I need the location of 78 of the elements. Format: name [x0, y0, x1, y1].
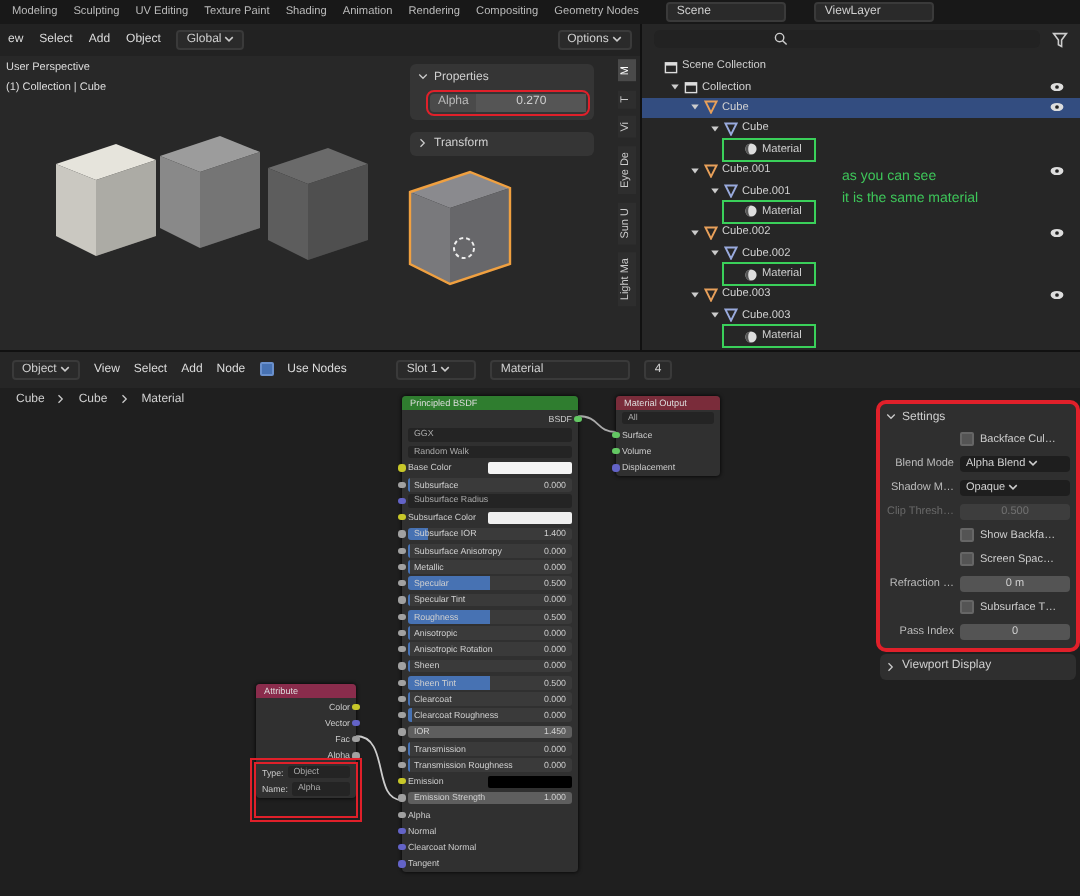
- caret-icon: [1028, 457, 1039, 468]
- annotation-box: [722, 261, 816, 287]
- input-socket[interactable]: [398, 778, 406, 785]
- output-socket[interactable]: [574, 415, 582, 422]
- caret-icon: [1008, 481, 1019, 492]
- caret-icon: [60, 363, 71, 374]
- checkbox[interactable]: [960, 552, 974, 567]
- input-socket[interactable]: [398, 662, 406, 670]
- eye-icon[interactable]: [1050, 165, 1064, 176]
- sphere-icon: [744, 267, 758, 282]
- filter-icon[interactable]: [1052, 31, 1068, 48]
- node-link: [355, 734, 403, 801]
- input-socket[interactable]: [398, 745, 406, 752]
- search-icon: [774, 32, 788, 47]
- use-nodes-checkbox[interactable]: [259, 362, 274, 377]
- checkbox[interactable]: [960, 432, 974, 447]
- input-socket[interactable]: [398, 860, 406, 868]
- annotation-box: [722, 199, 816, 225]
- output-socket[interactable]: [352, 703, 360, 710]
- sphere-icon: [744, 329, 758, 344]
- input-socket[interactable]: [398, 530, 406, 538]
- annotation-box: [254, 761, 358, 818]
- disclosure-triangle-icon[interactable]: [710, 123, 720, 134]
- search-field[interactable]: [654, 30, 1040, 49]
- input-socket[interactable]: [398, 712, 406, 719]
- node-link: [577, 414, 617, 433]
- annotation-box: [722, 324, 816, 349]
- eye-icon[interactable]: [1050, 102, 1064, 113]
- input-socket[interactable]: [398, 629, 406, 637]
- disclosure-triangle-icon[interactable]: [710, 248, 720, 259]
- input-socket[interactable]: [612, 464, 620, 472]
- output-socket[interactable]: [352, 736, 360, 743]
- input-socket[interactable]: [398, 844, 406, 851]
- disclosure-triangle-icon[interactable]: [690, 102, 700, 113]
- disclosure-triangle-icon[interactable]: [690, 289, 700, 300]
- color-swatch[interactable]: [488, 511, 572, 524]
- checkbox[interactable]: [960, 528, 974, 543]
- eye-icon[interactable]: [1050, 227, 1064, 238]
- input-socket[interactable]: [398, 811, 406, 818]
- input-socket[interactable]: [398, 679, 406, 686]
- sphere-icon: [744, 142, 758, 157]
- input-socket[interactable]: [398, 728, 406, 736]
- color-swatch[interactable]: [488, 775, 572, 788]
- node-body[interactable]: [402, 395, 578, 873]
- checkbox[interactable]: [960, 600, 974, 615]
- input-socket[interactable]: [398, 596, 406, 604]
- input-socket[interactable]: [398, 514, 406, 521]
- chevron-icon: [119, 393, 130, 408]
- input-socket[interactable]: [398, 794, 406, 802]
- input-socket[interactable]: [398, 646, 406, 653]
- caret-icon: [440, 363, 451, 374]
- eye-icon[interactable]: [1050, 289, 1064, 300]
- disclosure-triangle-icon[interactable]: [710, 310, 720, 321]
- chevron-icon: [56, 393, 67, 408]
- input-socket[interactable]: [398, 613, 406, 620]
- input-socket[interactable]: [398, 827, 406, 835]
- input-socket[interactable]: [398, 563, 406, 571]
- sphere-icon: [744, 204, 758, 219]
- input-socket[interactable]: [398, 497, 406, 505]
- input-socket[interactable]: [398, 695, 406, 703]
- collection-box-icon: [684, 80, 698, 95]
- disclosure-triangle-icon[interactable]: [690, 227, 700, 238]
- eye-icon[interactable]: [1050, 82, 1064, 93]
- input-socket[interactable]: [398, 761, 406, 769]
- input-socket[interactable]: [398, 464, 406, 472]
- disclosure-triangle-icon[interactable]: [690, 165, 700, 176]
- input-socket[interactable]: [398, 481, 406, 488]
- caret-icon: [224, 33, 235, 44]
- caret-icon: [612, 33, 622, 44]
- collection-box-icon: [664, 59, 678, 74]
- input-socket[interactable]: [398, 547, 406, 554]
- color-swatch[interactable]: [488, 461, 572, 475]
- annotation-box: [722, 137, 816, 162]
- disclosure-triangle-icon[interactable]: [670, 82, 680, 93]
- disclosure-triangle-icon[interactable]: [710, 186, 720, 196]
- input-socket[interactable]: [612, 448, 620, 455]
- input-socket[interactable]: [398, 580, 406, 587]
- input-socket[interactable]: [612, 431, 620, 439]
